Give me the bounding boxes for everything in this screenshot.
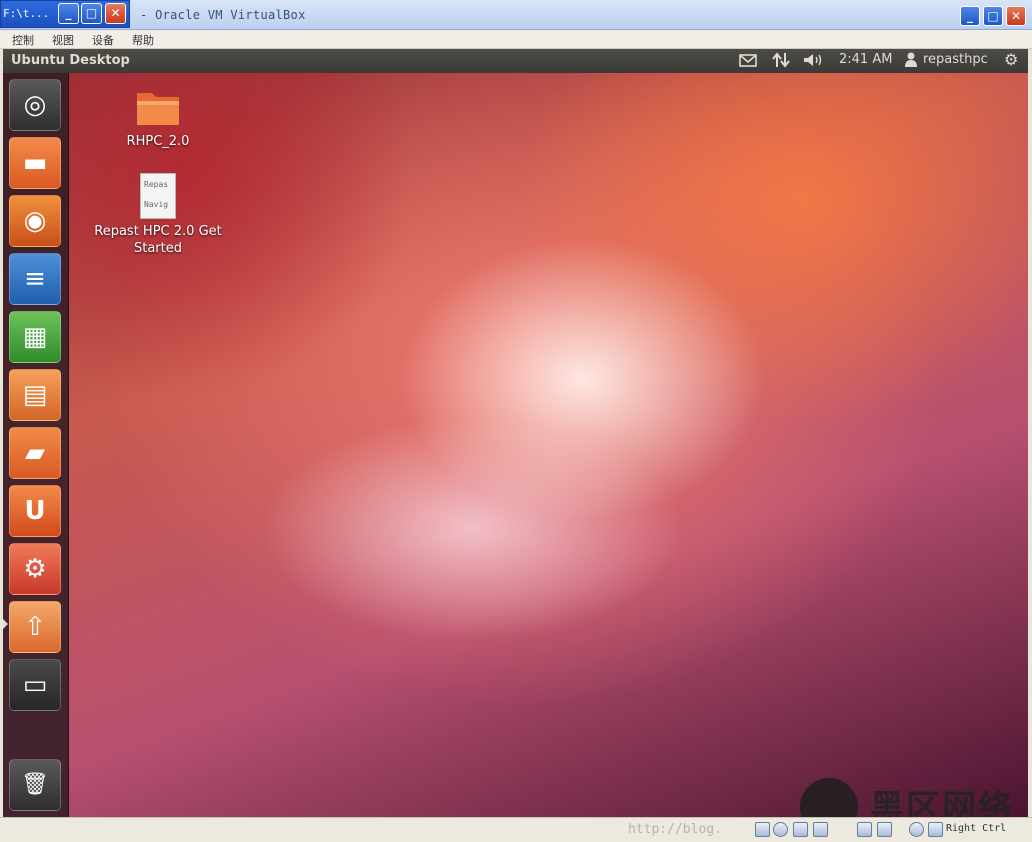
launcher-item-workspace-switcher[interactable]: ▭ — [9, 659, 61, 711]
volume-icon[interactable] — [802, 51, 824, 73]
session-gear-icon[interactable]: ⚙ — [1004, 50, 1018, 69]
launcher-item-writer[interactable]: ≡ — [9, 253, 61, 305]
folder-icon: ▬ — [22, 148, 48, 178]
desktop-icon-label: RHPC_2.0 — [126, 134, 190, 149]
launcher-item-dash-home[interactable]: ◎ — [9, 79, 61, 131]
desktop-wallpaper — [3, 49, 1028, 817]
launcher-running-indicator — [3, 619, 8, 629]
launcher-item-system-settings[interactable]: ⚙ — [9, 543, 61, 595]
host-menu-bar: 控制 视图 设备 帮助 — [0, 30, 1032, 49]
firefox-icon: ◉ — [23, 206, 47, 236]
overlay-window-title-bar[interactable]: F:\t... _ □ ✕ — [0, 0, 130, 28]
host-key-label: Right Ctrl — [946, 823, 1007, 834]
hard-disk-icon[interactable] — [755, 822, 770, 837]
optical-drive-icon[interactable] — [773, 822, 788, 837]
panel-username[interactable]: repasthpc — [923, 52, 988, 67]
host-status-bar: http://blog. Right Ctrl — [0, 817, 1032, 842]
guest-screen[interactable]: Ubuntu Desktop 2:41 AM repasthpc ⚙ ◎ ▬ ◉… — [3, 49, 1028, 817]
shopping-bag-icon: ▰ — [25, 438, 45, 468]
panel-clock[interactable]: 2:41 AM — [839, 52, 892, 67]
launcher-item-update-manager[interactable]: ⇧ — [9, 601, 61, 653]
host-title-bar[interactable]: ] - Oracle VM VirtualBox _ □ ✕ — [0, 0, 1032, 30]
network-adapter-icon[interactable] — [877, 822, 892, 837]
host-close-button[interactable]: ✕ — [1006, 6, 1026, 26]
launcher-item-ubuntu-one[interactable]: U — [9, 485, 61, 537]
display-icon[interactable] — [857, 822, 872, 837]
desktop-icon-rhpc-folder[interactable]: RHPC_2.0 — [88, 87, 228, 150]
workspace-icon: ▭ — [22, 670, 48, 700]
ubuntu-top-panel: Ubuntu Desktop 2:41 AM repasthpc ⚙ — [3, 49, 1028, 73]
panel-title: Ubuntu Desktop — [11, 53, 130, 68]
document-icon: Repas Navig — [140, 173, 176, 219]
desktop-icon-label: Repast HPC 2.0 Get Started — [94, 224, 222, 256]
impress-icon: ▤ — [22, 380, 48, 410]
usb-icon[interactable] — [793, 822, 808, 837]
document-preview-line-1: Repas — [144, 180, 169, 189]
calc-icon: ▦ — [22, 322, 48, 352]
ubuntu-one-icon: U — [24, 496, 46, 526]
overlay-close-button[interactable]: ✕ — [105, 3, 126, 24]
network-icon[interactable] — [771, 51, 791, 73]
mouse-integration-icon[interactable] — [909, 822, 924, 837]
ubuntu-logo-icon: ◎ — [23, 90, 47, 120]
launcher-item-impress[interactable]: ▤ — [9, 369, 61, 421]
keyboard-capture-icon[interactable] — [928, 822, 943, 837]
launcher-item-software-center[interactable]: ▰ — [9, 427, 61, 479]
launcher-item-trash[interactable]: 🗑 — [9, 759, 61, 811]
url-watermark: http://blog. — [628, 822, 722, 837]
menu-item-devices[interactable]: 设备 — [92, 32, 114, 48]
menu-item-view[interactable]: 视图 — [52, 32, 74, 48]
launcher-item-firefox[interactable]: ◉ — [9, 195, 61, 247]
menu-item-help[interactable]: 帮助 — [132, 32, 154, 48]
host-window-title: ] - Oracle VM VirtualBox — [125, 8, 306, 22]
folder-icon — [137, 93, 179, 125]
overlay-window-title: F:\t... — [3, 7, 50, 20]
menu-item-control[interactable]: 控制 — [12, 32, 34, 48]
overlay-minimize-button[interactable]: _ — [58, 3, 79, 24]
launcher-item-calc[interactable]: ▦ — [9, 311, 61, 363]
host-maximize-button[interactable]: □ — [983, 6, 1003, 26]
desktop-icon-repast-document[interactable]: Repas Navig Repast HPC 2.0 Get Started — [88, 173, 228, 257]
mail-icon[interactable] — [738, 51, 758, 73]
unity-launcher: ◎ ▬ ◉ ≡ ▦ ▤ ▰ U ⚙ ⇧ ▭ 🗑 — [3, 73, 69, 817]
user-icon[interactable] — [904, 51, 918, 73]
writer-icon: ≡ — [24, 264, 46, 294]
update-icon: ⇧ — [24, 612, 46, 642]
trash-icon: 🗑 — [21, 772, 49, 797]
overlay-maximize-button[interactable]: □ — [81, 3, 102, 24]
host-minimize-button[interactable]: _ — [960, 6, 980, 26]
settings-icon: ⚙ — [23, 554, 47, 584]
launcher-item-home-folder[interactable]: ▬ — [9, 137, 61, 189]
shared-folder-icon[interactable] — [813, 822, 828, 837]
document-preview-line-2: Navig — [144, 200, 169, 209]
